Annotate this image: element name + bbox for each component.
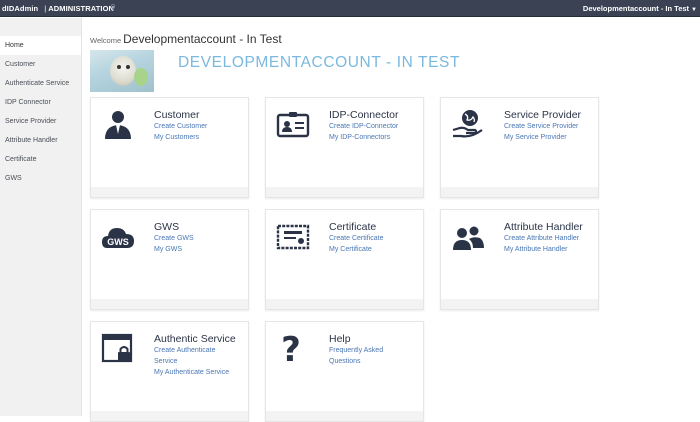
sidebar-item-attribute-handler[interactable]: Attribute Handler (0, 131, 81, 150)
section-label[interactable]: ADMINISTRATION (48, 4, 114, 13)
certificate-icon (276, 224, 310, 250)
window-lock-icon (101, 333, 133, 363)
create-certificate-link[interactable]: Create Certificate (329, 234, 421, 245)
create-customer-link[interactable]: Create Customer (154, 122, 246, 133)
globe-hand-icon (452, 110, 483, 138)
welcome-heading: Welcome Developmentaccount - In Test (90, 32, 282, 46)
card-help: ? Help Frequently Asked Questions (265, 321, 424, 422)
sidebar-item-customer[interactable]: Customer (0, 55, 81, 74)
card-title: IDP-Connector (329, 109, 399, 121)
card-title: Attribute Handler (504, 221, 583, 233)
faq-link[interactable]: Frequently Asked Questions (329, 346, 421, 367)
my-attribute-handler-link[interactable]: My Attribute Handler (504, 245, 596, 256)
account-menu[interactable]: Developmentaccount - In Test ▼ (583, 4, 697, 13)
my-certificate-link[interactable]: My Certificate (329, 245, 421, 256)
id-card-icon (276, 112, 310, 138)
sidebar-item-certificate[interactable]: Certificate (0, 150, 81, 169)
brand-name[interactable]: dIDAdmin (2, 4, 38, 13)
card-title: Certificate (329, 221, 377, 233)
user-icon (105, 111, 131, 139)
create-idp-connector-link[interactable]: Create IDP-Connector (329, 122, 421, 133)
card-certificate: Certificate Create Certificate My Certif… (265, 209, 424, 310)
welcome-name: Developmentaccount - In Test (123, 32, 282, 46)
card-gws: GWS GWS Create GWS My GWS (90, 209, 249, 310)
pin-icon[interactable]: ⚲ (110, 3, 116, 12)
create-authenticate-service-link[interactable]: Create Authenticate Service (154, 346, 246, 367)
brand-separator: | (44, 4, 47, 13)
my-authenticate-service-link[interactable]: My Authenticate Service (154, 368, 246, 379)
link-line[interactable]: Create Authenticate (154, 347, 216, 354)
sidebar-item-authenticate-service[interactable]: Authenticate Service (0, 74, 81, 93)
card-service-provider: Service Provider Create Service Provider… (440, 97, 599, 198)
account-title: DEVELOPMENTACCOUNT - IN TEST (178, 54, 461, 71)
sidebar: Home Customer Authenticate Service IDP C… (0, 18, 82, 416)
cloud-icon-text: GWS (107, 237, 129, 247)
welcome-lead: Welcome (90, 36, 122, 45)
sidebar-item-service-provider[interactable]: Service Provider (0, 112, 81, 131)
card-title: Authentic Service (154, 333, 236, 345)
my-idp-connectors-link[interactable]: My IDP-Connectors (329, 133, 421, 144)
my-service-provider-link[interactable]: My Service Provider (504, 133, 596, 144)
card-attribute-handler: Attribute Handler Create Attribute Handl… (440, 209, 599, 310)
my-gws-link[interactable]: My GWS (154, 245, 246, 256)
card-title: GWS (154, 221, 180, 233)
cloud-icon: GWS (102, 228, 134, 248)
sidebar-item-idp-connector[interactable]: IDP Connector (0, 93, 81, 112)
create-service-provider-link[interactable]: Create Service Provider (504, 122, 596, 133)
card-title: Help (329, 333, 351, 345)
link-line[interactable]: Service (154, 358, 177, 365)
card-customer: Customer Create Customer My Customers (90, 97, 249, 198)
card-idp-connector: IDP-Connector Create IDP-Connector My ID… (265, 97, 424, 198)
sidebar-item-home[interactable]: Home (0, 36, 81, 55)
brand[interactable]: dIDAdmin | ADMINISTRATION (2, 4, 114, 13)
create-attribute-handler-link[interactable]: Create Attribute Handler (504, 234, 596, 245)
create-gws-link[interactable]: Create GWS (154, 234, 246, 245)
question-icon: ? (281, 332, 301, 364)
sidebar-item-gws[interactable]: GWS (0, 169, 81, 188)
card-title: Customer (154, 109, 200, 121)
caret-down-icon[interactable]: ▼ (691, 7, 697, 13)
question-icon-text: ? (281, 332, 301, 364)
my-customers-link[interactable]: My Customers (154, 133, 246, 144)
account-name[interactable]: Developmentaccount - In Test (583, 4, 689, 13)
card-title: Service Provider (504, 109, 582, 121)
link-line[interactable]: Questions (329, 358, 361, 365)
card-authentic-service: Authentic Service Create Authenticate Se… (90, 321, 249, 422)
top-bar: dIDAdmin | ADMINISTRATION ⚲ Developmentac… (0, 0, 700, 17)
link-line[interactable]: Frequently Asked (329, 347, 383, 354)
users-icon (453, 226, 484, 250)
avatar (90, 50, 154, 92)
